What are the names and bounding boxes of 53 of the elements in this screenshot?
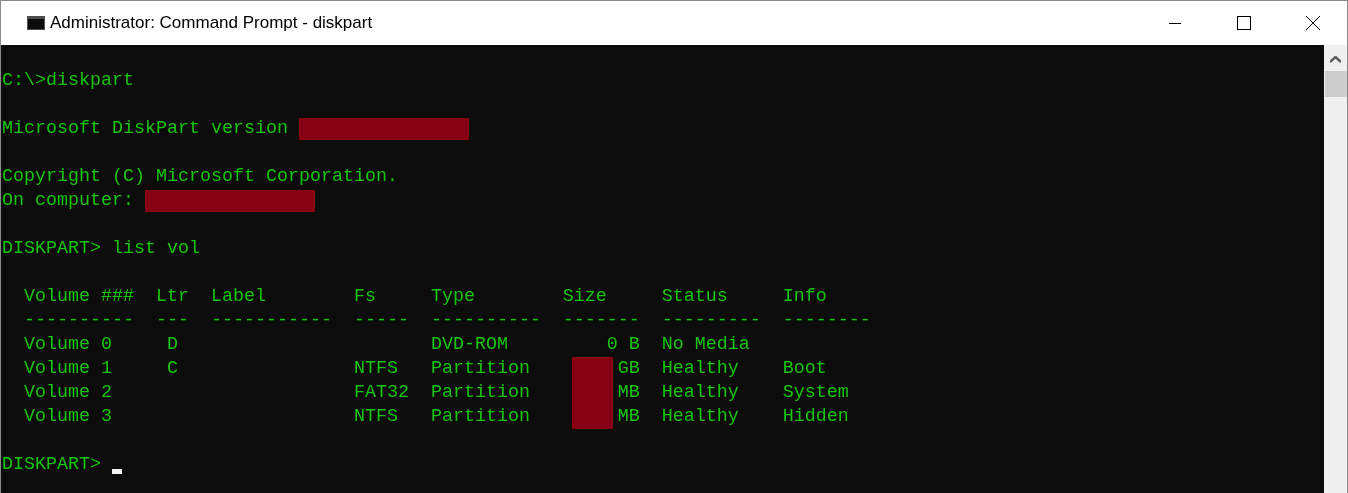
scrollbar[interactable]: [1324, 45, 1347, 493]
column-rule: ---: [155, 309, 190, 333]
table-cell: Volume 0: [24, 333, 112, 357]
console-text: DISKPART> list vol: [2, 237, 200, 261]
table-cell: GB: [617, 357, 640, 381]
table-cell: MB: [617, 405, 640, 429]
column-header: Label: [210, 285, 267, 309]
console-text: C:\>diskpart: [2, 69, 134, 93]
column-header: Size: [562, 285, 608, 309]
table-cell: DVD-ROM: [430, 333, 508, 357]
table-cell: Volume 1: [24, 357, 112, 381]
close-icon: [1304, 15, 1321, 31]
table-cell: NTFS: [353, 405, 398, 429]
column-header: Status: [661, 285, 729, 309]
table-cell: Boot: [782, 357, 827, 381]
table-cell: No Media: [661, 333, 750, 357]
column-rule: -----------: [210, 309, 333, 333]
table-cell: Volume 3: [24, 405, 112, 429]
column-rule: -------: [562, 309, 641, 333]
console-text: On computer:: [2, 189, 134, 213]
scrollbar-thumb[interactable]: [1324, 71, 1347, 97]
table-cell: D: [166, 333, 178, 357]
table-cell: C: [166, 357, 178, 381]
table-cell: MB: [617, 381, 640, 405]
table-cell: Hidden: [782, 405, 849, 429]
scroll-up-icon[interactable]: [1330, 56, 1341, 63]
column-rule: ----------: [430, 309, 542, 333]
console-text: Copyright (C) Microsoft Corporation.: [2, 165, 398, 189]
table-cell: Healthy: [661, 381, 739, 405]
column-header: Volume ###: [24, 285, 135, 309]
console-icon: [27, 16, 45, 30]
window-title: Administrator: Command Prompt - diskpart: [50, 13, 373, 33]
console-text: Microsoft DiskPart version: [2, 117, 288, 141]
column-header: Fs: [353, 285, 377, 309]
column-rule: ----------: [24, 309, 135, 333]
table-cell: 0 B: [606, 333, 640, 357]
column-rule: -----: [353, 309, 410, 333]
table-cell: Healthy: [661, 405, 739, 429]
maximize-icon: [1236, 16, 1251, 30]
column-rule: --------: [782, 309, 872, 333]
table-cell: Partition: [430, 405, 530, 429]
column-header: Ltr: [155, 285, 190, 309]
table-cell: Volume 2: [24, 381, 112, 405]
table-cell: Partition: [430, 381, 530, 405]
table-cell: NTFS: [353, 357, 398, 381]
column-header: Type: [430, 285, 476, 309]
table-cell: Healthy: [661, 357, 739, 381]
column-rule: ---------: [661, 309, 762, 333]
table-cell: Partition: [430, 357, 530, 381]
table-cell: System: [782, 381, 849, 405]
table-cell: FAT32: [353, 381, 409, 405]
column-header: Info: [782, 285, 828, 309]
prompt-text: DISKPART>: [2, 453, 101, 477]
